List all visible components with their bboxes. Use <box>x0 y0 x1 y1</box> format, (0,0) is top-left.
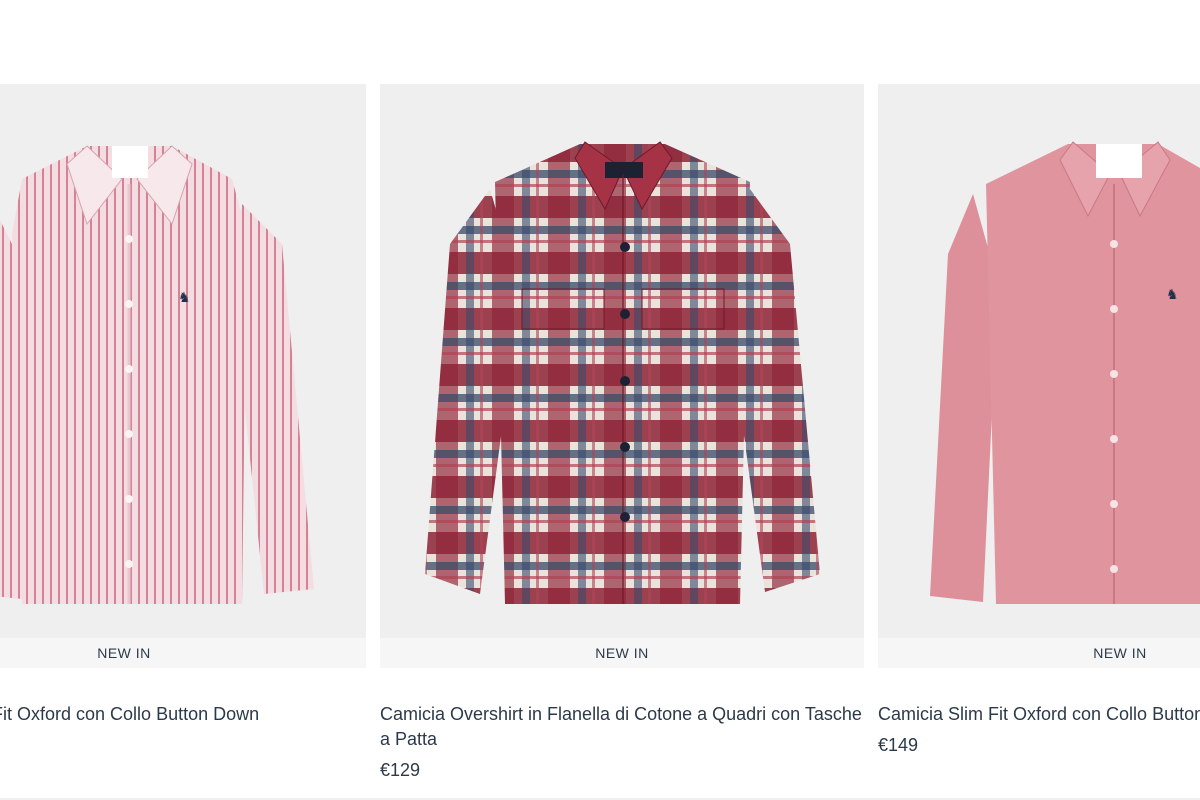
product-card[interactable]: ♞ NEW IN Camicia Slim Fit Oxford con Col… <box>0 84 366 735</box>
product-title[interactable]: Camicia Slim Fit Oxford con Collo Button… <box>0 702 366 727</box>
product-image[interactable]: ♞ <box>0 84 366 638</box>
product-title[interactable]: Camicia Overshirt in Flanella di Cotone … <box>380 702 864 752</box>
new-in-badge: NEW IN <box>878 638 1200 668</box>
plaid-flannel-shirt-image <box>425 141 820 604</box>
svg-text:♞: ♞ <box>1166 287 1179 303</box>
svg-text:♞: ♞ <box>178 290 191 306</box>
pink-oxford-shirt-image: ♞ <box>930 141 1200 604</box>
striped-pink-shirt-image: ♞ <box>0 145 314 604</box>
product-title[interactable]: Camicia Slim Fit Oxford con Collo Button… <box>878 702 1200 727</box>
product-price: €129 <box>380 760 421 780</box>
product-card[interactable]: NEW IN Camicia Overshirt in Flanella di … <box>380 84 864 781</box>
new-in-badge: NEW IN <box>0 638 366 668</box>
product-card[interactable]: ♞ NEW IN Camicia Slim Fit Oxford con Col… <box>878 84 1200 756</box>
product-grid: ♞ NEW IN Camicia Slim Fit Oxford con Col… <box>0 0 1200 800</box>
new-in-badge: NEW IN <box>380 638 864 668</box>
product-image[interactable]: ♞ <box>878 84 1200 638</box>
product-image[interactable] <box>380 84 864 638</box>
product-price: €149 <box>878 735 919 755</box>
